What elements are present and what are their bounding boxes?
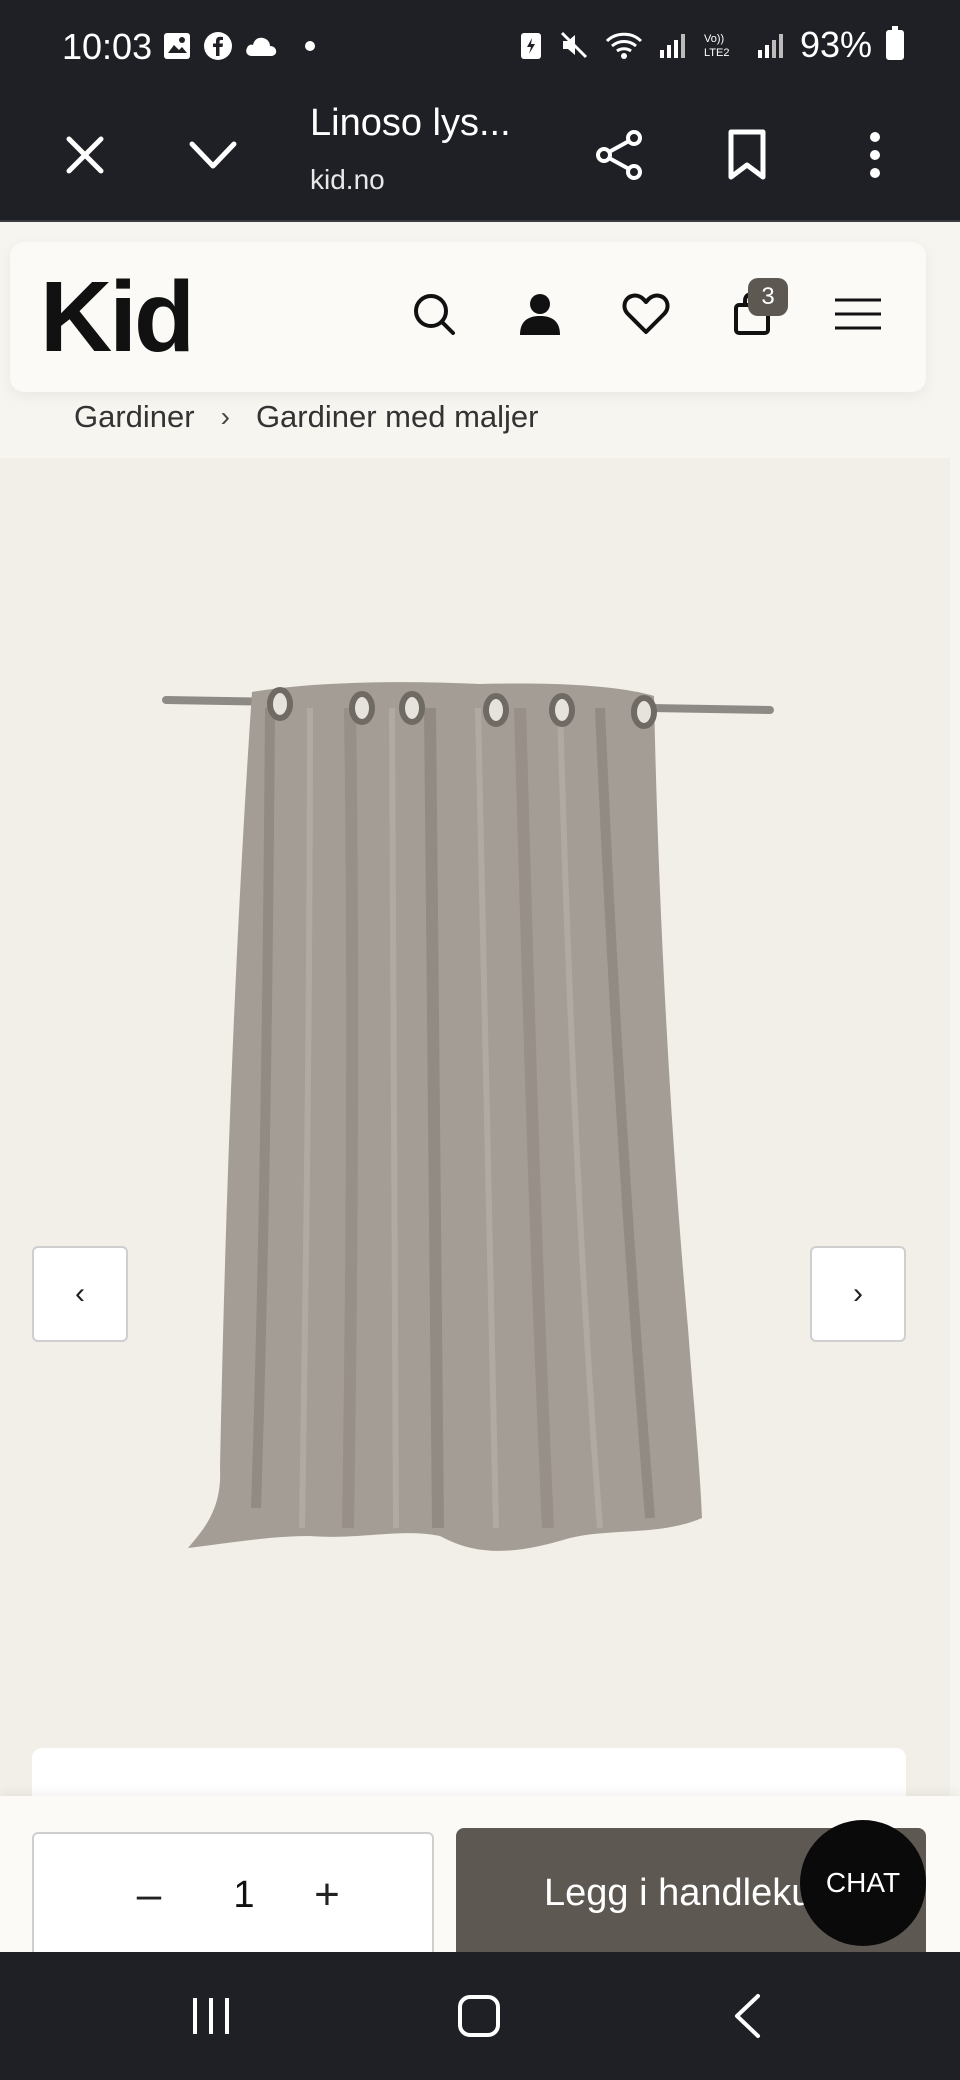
breadcrumb-item-gardiner-med-maljer[interactable]: Gardiner med maljer [256, 399, 539, 435]
share-button[interactable] [584, 120, 654, 190]
back-icon [735, 1994, 760, 2038]
svg-text:Vo)): Vo)) [704, 33, 724, 45]
battery-saver-icon [520, 33, 541, 59]
signal-icon-2 [757, 34, 783, 58]
heart-icon [622, 293, 670, 334]
search-icon [414, 294, 455, 335]
recent-apps-icon [193, 1998, 229, 2034]
increase-quantity-button[interactable]: + [302, 1870, 352, 1920]
battery-percent: 93% [799, 24, 872, 65]
share-icon [596, 130, 642, 180]
decrease-quantity-button[interactable]: – [124, 1870, 174, 1920]
notification-icons [162, 30, 318, 62]
close-tab-button[interactable] [50, 120, 120, 190]
bookmark-icon [728, 129, 766, 180]
browser-toolbar: Linoso lys... kid.no [0, 90, 960, 222]
chevron-down-icon [189, 141, 237, 169]
home-button[interactable] [444, 1986, 514, 2046]
recent-apps-button[interactable] [176, 1986, 246, 2046]
kid-logo[interactable]: Kid [40, 260, 195, 375]
quantity-value[interactable]: 1 [214, 1874, 274, 1917]
breadcrumb-separator: › [220, 401, 230, 432]
user-icon [520, 294, 560, 335]
facebook-icon [204, 32, 232, 60]
signal-icon [659, 34, 685, 58]
quantity-stepper: – 1 + [32, 1832, 434, 1952]
back-button[interactable] [712, 1986, 782, 2046]
close-icon [66, 136, 104, 174]
cloud-icon [246, 37, 277, 56]
status-time: 10:03 [62, 26, 153, 67]
curtain-product-image[interactable] [160, 568, 780, 1568]
page-domain: kid.no [310, 164, 385, 195]
home-icon [458, 1995, 500, 2037]
status-bar: 10:03 Vo)) LTE2 93% [0, 0, 960, 90]
web-page: Kid 3 Gardiner › Gardiner med maljer ‹ ›… [0, 222, 960, 1952]
more-options-button[interactable] [840, 120, 910, 190]
wishlist-button[interactable] [616, 284, 676, 344]
svg-text:LTE2: LTE2 [704, 47, 729, 59]
breadcrumb: Gardiner › Gardiner med maljer [74, 392, 538, 442]
menu-button[interactable] [828, 284, 888, 344]
breadcrumb-item-gardiner[interactable]: Gardiner [74, 399, 195, 435]
previous-image-button[interactable]: ‹ [32, 1246, 128, 1342]
chat-button[interactable]: CHAT [800, 1820, 926, 1946]
cart-button[interactable]: 3 [722, 278, 788, 344]
dot-icon [305, 41, 315, 51]
account-button[interactable] [510, 284, 570, 344]
hamburger-menu-icon [835, 298, 881, 330]
next-image-button[interactable]: › [810, 1246, 906, 1342]
product-gallery: ‹ › [0, 458, 950, 1864]
mute-icon [560, 31, 587, 59]
bookmark-button[interactable] [712, 120, 782, 190]
battery-icon [886, 26, 904, 60]
lte-icon: Vo)) LTE2 [704, 33, 729, 59]
minimize-button[interactable] [178, 120, 248, 190]
android-navigation-bar [0, 1952, 960, 2080]
search-button[interactable] [404, 284, 464, 344]
image-icon [164, 33, 190, 59]
system-status: Vo)) LTE2 93% [518, 24, 904, 66]
chevron-right-icon: › [853, 1277, 863, 1310]
wifi-icon [605, 32, 642, 59]
site-header: Kid 3 [10, 242, 926, 392]
page-title: Linoso lys... [310, 102, 511, 144]
chevron-left-icon: ‹ [75, 1277, 85, 1310]
cart-count-badge: 3 [748, 278, 788, 316]
more-vertical-icon [870, 132, 880, 178]
